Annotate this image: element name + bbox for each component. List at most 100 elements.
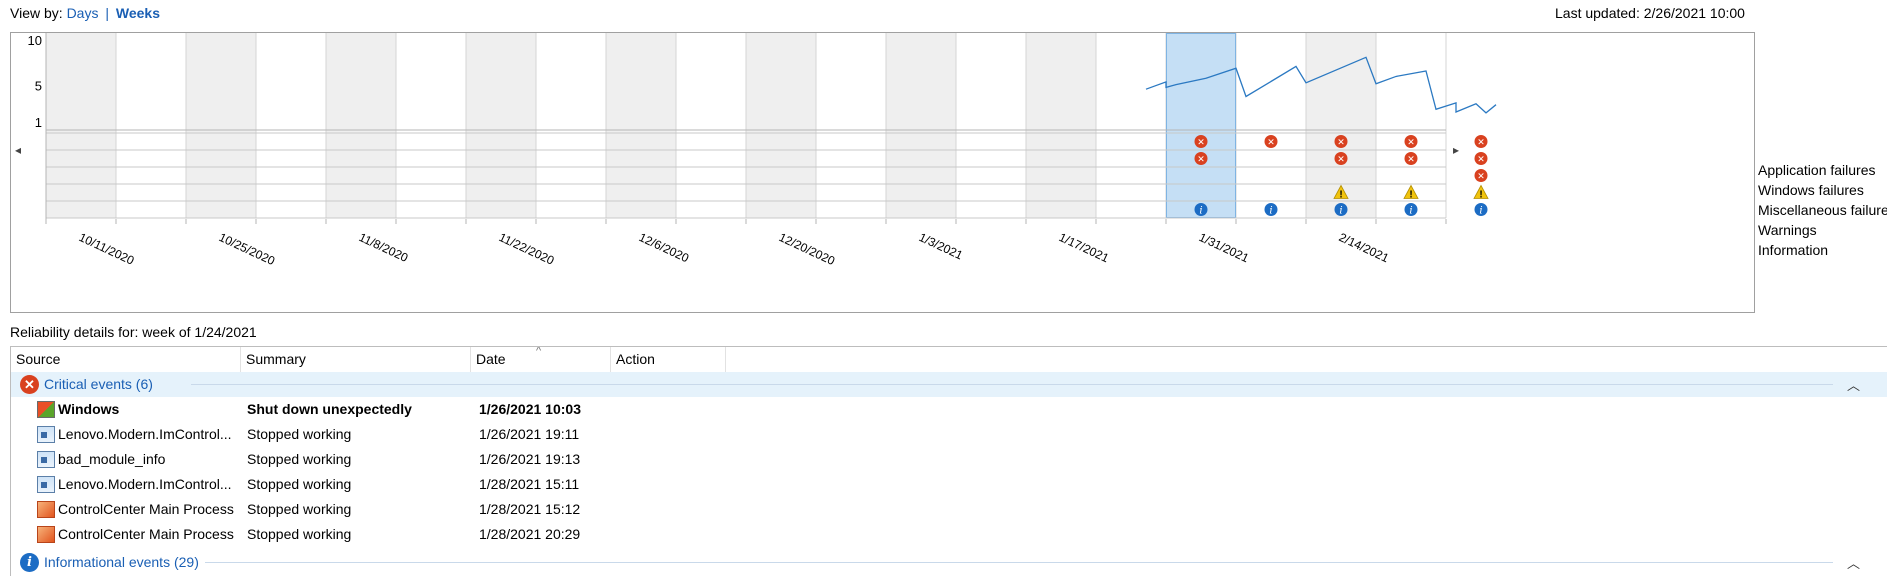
row-source: Lenovo.Modern.ImControl... bbox=[58, 426, 232, 442]
scroll-right-arrow-icon[interactable]: ▸ bbox=[1453, 143, 1459, 157]
legend-information: Information bbox=[1758, 242, 1829, 258]
x-tick-label: 2/14/2021 bbox=[1337, 230, 1392, 265]
details-table: Source Summary Date ^ Action ✕ Critical … bbox=[10, 346, 1887, 576]
week-column[interactable] bbox=[256, 33, 326, 218]
row-summary: Stopped working bbox=[247, 526, 352, 542]
row-date: 1/28/2021 20:29 bbox=[479, 526, 581, 542]
controlcenter-icon bbox=[37, 526, 55, 543]
row-summary: Stopped working bbox=[247, 501, 352, 517]
scroll-left-arrow-icon[interactable]: ◂ bbox=[15, 143, 21, 157]
column-header-action[interactable]: Action bbox=[611, 347, 726, 372]
view-by-separator: | bbox=[105, 5, 109, 21]
week-column[interactable] bbox=[1166, 33, 1236, 218]
error-mark: ✕ bbox=[1337, 155, 1345, 165]
column-header-summary[interactable]: Summary bbox=[241, 347, 471, 372]
error-mark: ✕ bbox=[1197, 155, 1205, 165]
collapse-chevron-icon[interactable]: ︿ bbox=[1847, 375, 1860, 394]
error-mark: ✕ bbox=[1407, 155, 1415, 165]
row-source: ControlCenter Main Process bbox=[58, 501, 234, 517]
view-by-bar: View by: Days | Weeks bbox=[10, 5, 160, 21]
row-date: 1/28/2021 15:11 bbox=[479, 476, 580, 492]
table-row[interactable]: Lenovo.Modern.ImControl... Stopped worki… bbox=[11, 422, 1887, 447]
legend-windows-failures: Windows failures bbox=[1758, 182, 1864, 198]
week-column[interactable] bbox=[1096, 33, 1166, 218]
row-date: 1/26/2021 10:03 bbox=[479, 401, 581, 417]
y-tick-label: 10 bbox=[28, 33, 42, 48]
row-summary: Shut down unexpectedly bbox=[247, 401, 412, 417]
row-source: bad_module_info bbox=[58, 451, 166, 467]
info-mark: i bbox=[1479, 206, 1482, 217]
x-tick-label: 12/6/2020 bbox=[637, 230, 692, 265]
x-tick-label: 11/8/2020 bbox=[357, 230, 411, 265]
week-column[interactable] bbox=[606, 33, 676, 218]
error-mark: ✕ bbox=[1267, 138, 1275, 148]
row-summary: Stopped working bbox=[247, 476, 352, 492]
week-column[interactable] bbox=[116, 33, 186, 218]
week-column[interactable] bbox=[466, 33, 536, 218]
error-mark: ✕ bbox=[1477, 155, 1485, 165]
warning-mark: ! bbox=[1409, 190, 1412, 201]
controlcenter-icon bbox=[37, 501, 55, 518]
critical-events-label: Critical events (6) bbox=[44, 372, 159, 397]
sort-caret-icon: ^ bbox=[536, 346, 542, 357]
legend-application-failures: Application failures bbox=[1758, 162, 1876, 178]
windows-icon bbox=[37, 401, 55, 418]
group-divider bbox=[191, 562, 1833, 563]
table-row[interactable]: Windows Shut down unexpectedly 1/26/2021… bbox=[11, 397, 1887, 422]
group-divider bbox=[191, 384, 1833, 385]
info-mark: i bbox=[1199, 206, 1202, 217]
legend-miscellaneous-failures: Miscellaneous failures bbox=[1758, 202, 1887, 218]
error-mark: ✕ bbox=[1477, 172, 1485, 182]
x-tick-label: 1/17/2021 bbox=[1057, 230, 1112, 265]
reliability-chart-svg[interactable]: 10 5 1 ✕ ✕ ✕ ✕ ✕ ✕ ✕ ✕ ✕ ✕!! ! i i i i i 10/11/2020 10/25/20… bbox=[11, 33, 1756, 314]
app-icon bbox=[37, 451, 55, 468]
x-tick-label: 10/25/2020 bbox=[217, 230, 278, 268]
info-mark: i bbox=[1269, 206, 1272, 217]
view-by-days-link[interactable]: Days bbox=[67, 5, 99, 21]
informational-events-label: Informational events (29) bbox=[44, 550, 205, 575]
week-column[interactable] bbox=[536, 33, 606, 218]
week-column[interactable] bbox=[326, 33, 396, 218]
x-tick-label: 12/20/2020 bbox=[777, 230, 838, 268]
week-column[interactable] bbox=[886, 33, 956, 218]
table-row[interactable]: ControlCenter Main Process Stopped worki… bbox=[11, 497, 1887, 522]
table-row[interactable]: ControlCenter Main Process Stopped worki… bbox=[11, 522, 1887, 547]
row-summary: Stopped working bbox=[247, 451, 352, 467]
x-tick-label: 1/31/2021 bbox=[1197, 230, 1252, 265]
info-icon: i bbox=[20, 553, 39, 572]
row-source: Lenovo.Modern.ImControl... bbox=[58, 476, 232, 492]
y-tick-label: 1 bbox=[35, 115, 42, 130]
row-date: 1/28/2021 15:12 bbox=[479, 501, 581, 517]
row-date: 1/26/2021 19:11 bbox=[479, 426, 580, 442]
week-column[interactable] bbox=[816, 33, 886, 218]
view-by-weeks-link[interactable]: Weeks bbox=[116, 5, 160, 21]
error-mark: ✕ bbox=[1407, 138, 1415, 148]
week-column[interactable] bbox=[186, 33, 256, 218]
critical-error-icon: ✕ bbox=[20, 375, 39, 394]
week-column[interactable] bbox=[396, 33, 466, 218]
x-tick-label: 11/22/2020 bbox=[497, 230, 557, 268]
app-icon bbox=[37, 476, 55, 493]
week-column[interactable] bbox=[676, 33, 746, 218]
week-column[interactable] bbox=[1236, 33, 1306, 218]
row-source: ControlCenter Main Process bbox=[58, 526, 234, 542]
collapse-chevron-icon[interactable]: ︿ bbox=[1847, 553, 1860, 572]
last-updated: Last updated: 2/26/2021 10:00 bbox=[1555, 5, 1745, 21]
week-column[interactable] bbox=[1026, 33, 1096, 218]
error-mark: ✕ bbox=[1197, 138, 1205, 148]
informational-events-group[interactable]: i Informational events (29) ︿ bbox=[11, 550, 1887, 575]
x-tick-label: 10/11/2020 bbox=[77, 230, 137, 268]
table-row[interactable]: Lenovo.Modern.ImControl... Stopped worki… bbox=[11, 472, 1887, 497]
row-date: 1/26/2021 19:13 bbox=[479, 451, 581, 467]
week-column[interactable] bbox=[956, 33, 1026, 218]
warning-mark: ! bbox=[1479, 190, 1482, 201]
reliability-chart[interactable]: 10 5 1 ✕ ✕ ✕ ✕ ✕ ✕ ✕ ✕ ✕ ✕!!! i i i i i 10/11/2020 10/25/20… bbox=[10, 32, 1755, 313]
week-column[interactable] bbox=[746, 33, 816, 218]
view-by-label: View by: bbox=[10, 5, 63, 21]
column-header-source[interactable]: Source bbox=[11, 347, 241, 372]
critical-events-group[interactable]: ✕ Critical events (6) ︿ bbox=[11, 372, 1887, 397]
table-row[interactable]: bad_module_info Stopped working 1/26/202… bbox=[11, 447, 1887, 472]
warning-mark: ! bbox=[1339, 190, 1342, 201]
reliability-details-label: Reliability details for: week of 1/24/20… bbox=[10, 324, 257, 340]
week-column[interactable] bbox=[46, 33, 116, 218]
